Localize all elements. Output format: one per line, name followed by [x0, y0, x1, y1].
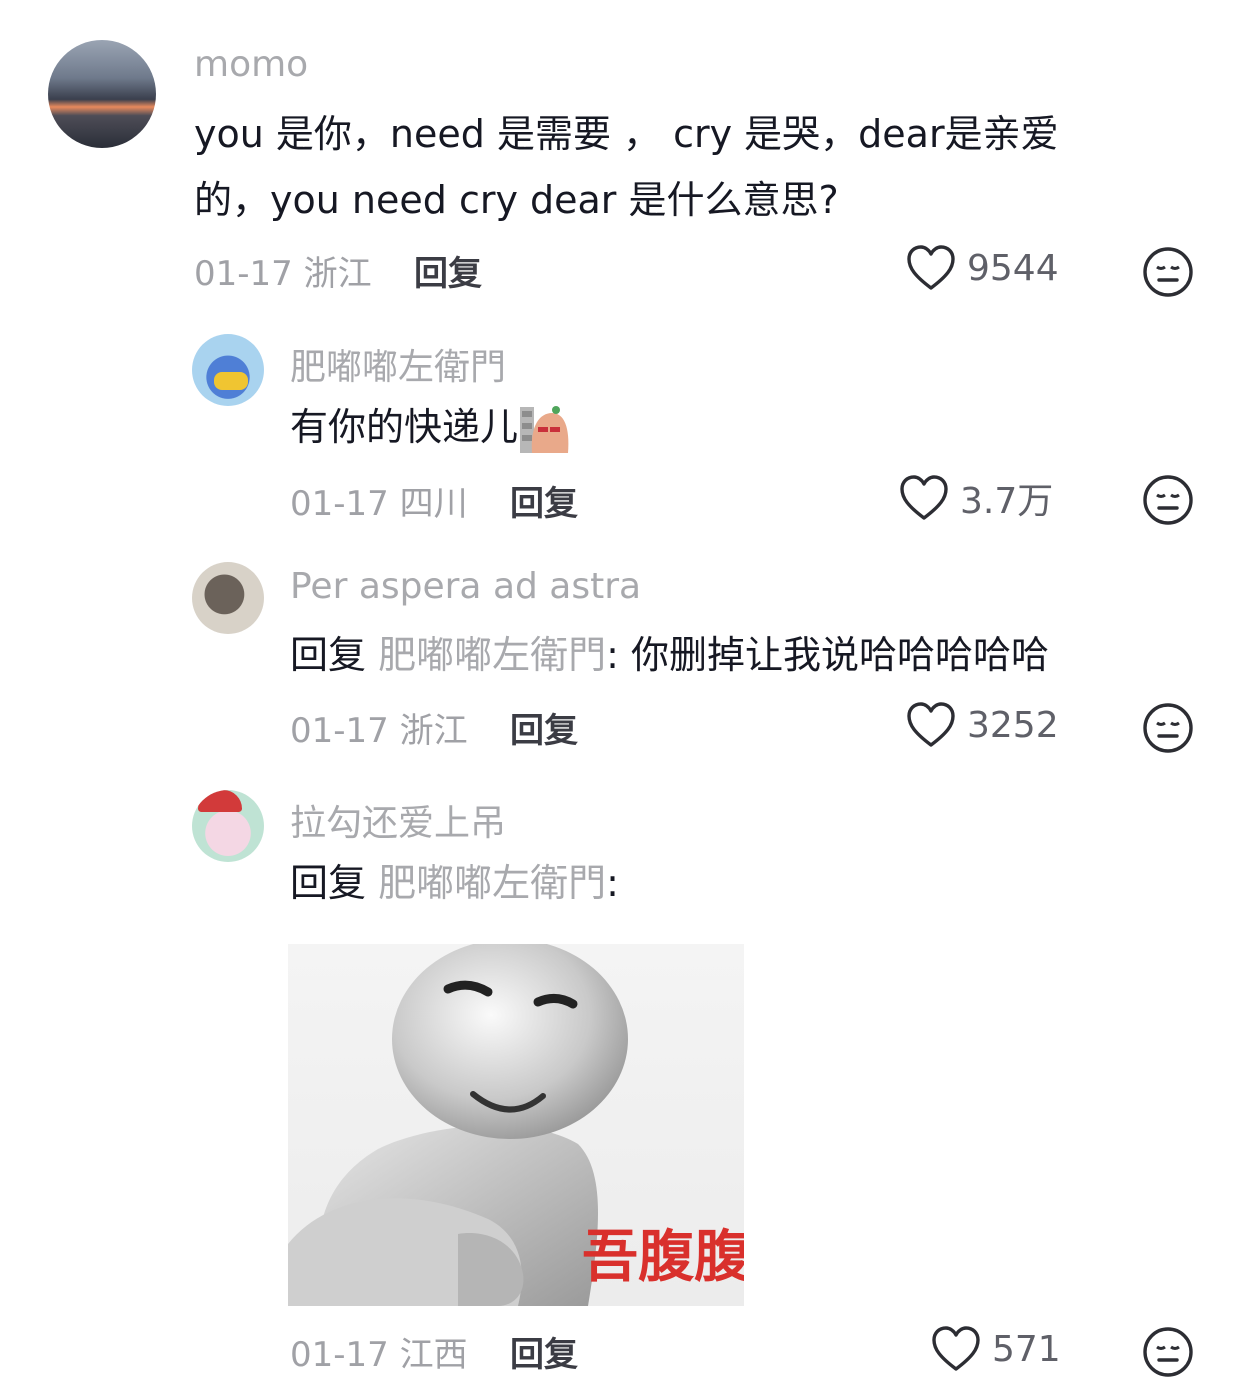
comment-text: you 是你，need 是需要 ， cry 是哭，dear是亲爱 — [194, 112, 1059, 156]
comment-date-region: 01-17 四川 — [290, 484, 468, 524]
comment-date-region: 01-17 浙江 — [194, 254, 372, 294]
neutral-face-icon[interactable] — [1142, 474, 1194, 526]
like-button[interactable]: 571 — [930, 1324, 1061, 1374]
avatar[interactable] — [192, 562, 264, 634]
like-count: 3.7万 — [960, 481, 1054, 522]
peek-emoji-icon — [520, 405, 569, 453]
neutral-face-icon[interactable] — [1142, 246, 1194, 298]
reply-prefix: 回复 — [290, 861, 367, 905]
comment-text-wrap: 有你的快递儿 — [290, 394, 572, 460]
reply-button[interactable]: 回复 — [510, 1327, 578, 1376]
heart-outline-icon — [907, 245, 955, 290]
heart-outline-icon — [900, 475, 948, 520]
avatar[interactable] — [48, 40, 156, 148]
comment-text-wrap: 回复 肥嘟嘟左衛門: — [290, 850, 619, 916]
avatar[interactable] — [192, 334, 264, 406]
heart-outline-icon — [932, 1326, 980, 1371]
comment-text: 有你的快递儿 — [290, 405, 519, 449]
neutral-face-icon[interactable] — [1142, 1326, 1194, 1378]
reply-target-username[interactable]: 肥嘟嘟左衛門 — [378, 633, 606, 677]
comment-username[interactable]: 拉勾还爱上吊 — [290, 794, 506, 846]
like-button[interactable]: 3252 — [905, 700, 1059, 750]
sticker-caption: 吾腹腹 — [582, 1225, 744, 1290]
like-button[interactable]: 3.7万 — [898, 473, 1053, 523]
reply-prefix: 回复 — [290, 633, 367, 677]
comment-text: 的，you need cry dear 是什么意思? — [194, 178, 839, 222]
comment-username[interactable]: momo — [194, 44, 308, 85]
comment-date-region: 01-17 江西 — [290, 1335, 468, 1375]
reply-target-username[interactable]: 肥嘟嘟左衛門 — [378, 861, 606, 905]
like-count: 9544 — [967, 247, 1059, 289]
comment-text-wrap: 回复 肥嘟嘟左衛門: 你删掉让我说哈哈哈哈哈 — [290, 622, 1049, 688]
sticker-image[interactable]: 吾腹腹 — [288, 944, 744, 1306]
reply-button[interactable]: 回复 — [510, 703, 578, 752]
like-count: 3252 — [967, 704, 1059, 746]
comment-text: : — [606, 861, 619, 905]
neutral-face-icon[interactable] — [1142, 702, 1194, 754]
reply-button[interactable]: 回复 — [414, 246, 482, 295]
like-button[interactable]: 9544 — [905, 243, 1059, 293]
like-count: 571 — [992, 1328, 1061, 1370]
reply-button[interactable]: 回复 — [510, 476, 578, 525]
comment-username[interactable]: 肥嘟嘟左衛門 — [290, 338, 506, 390]
comment-username[interactable]: Per aspera ad astra — [290, 566, 641, 607]
heart-outline-icon — [907, 702, 955, 747]
comment-text: : 你删掉让我说哈哈哈哈哈 — [606, 633, 1050, 677]
comment-date-region: 01-17 浙江 — [290, 711, 468, 751]
avatar[interactable] — [192, 790, 264, 862]
